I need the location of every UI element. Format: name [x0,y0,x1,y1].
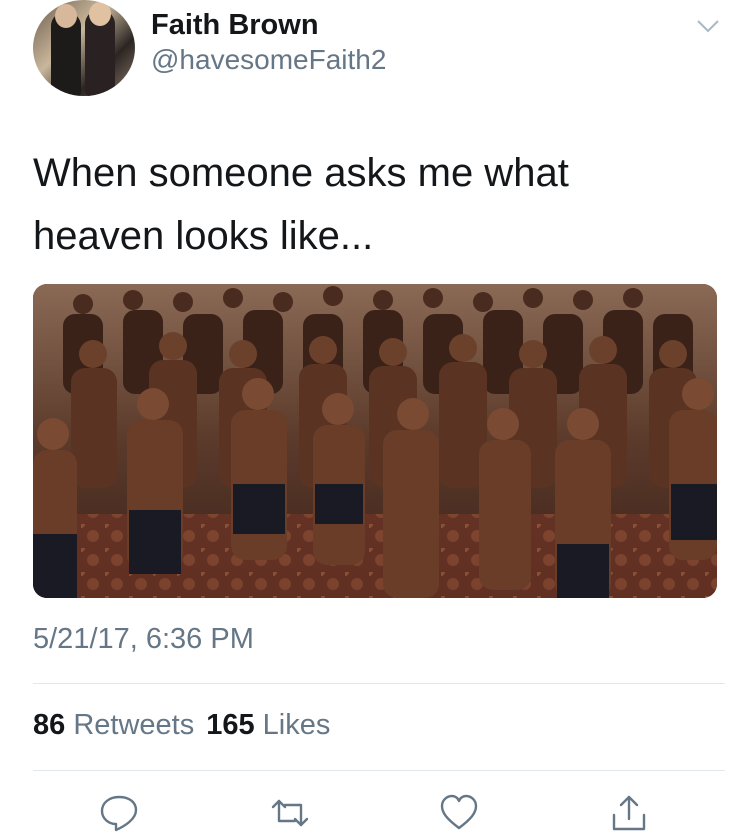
divider [33,683,725,684]
tweet-photo-image [33,284,717,598]
author-name[interactable]: Faith Brown [151,9,319,42]
likes-stat[interactable]: 165 Likes [206,709,330,741]
avatar[interactable] [33,0,135,96]
avatar-figure [55,4,77,28]
retweets-stat[interactable]: 86 Retweets [33,709,194,741]
chevron-down-icon[interactable] [695,16,721,36]
retweets-count: 86 [33,709,66,741]
likes-count: 165 [206,709,255,741]
reply-icon[interactable] [99,793,139,833]
author-handle[interactable]: @havesomeFaith2 [151,44,386,76]
divider [33,770,725,771]
heart-icon[interactable] [439,793,479,833]
avatar-figure [89,2,111,26]
retweet-icon[interactable] [270,793,310,833]
tweet-text: When someone asks me what heaven looks l… [33,151,569,258]
share-icon[interactable] [609,793,649,833]
likes-label: Likes [262,709,331,741]
tweet-stats: 86 Retweets 165 Likes [33,709,330,742]
retweets-label: Retweets [73,709,195,741]
tweet-timestamp[interactable]: 5/21/17, 6:36 PM [33,623,254,656]
tweet-photo[interactable] [33,284,717,598]
